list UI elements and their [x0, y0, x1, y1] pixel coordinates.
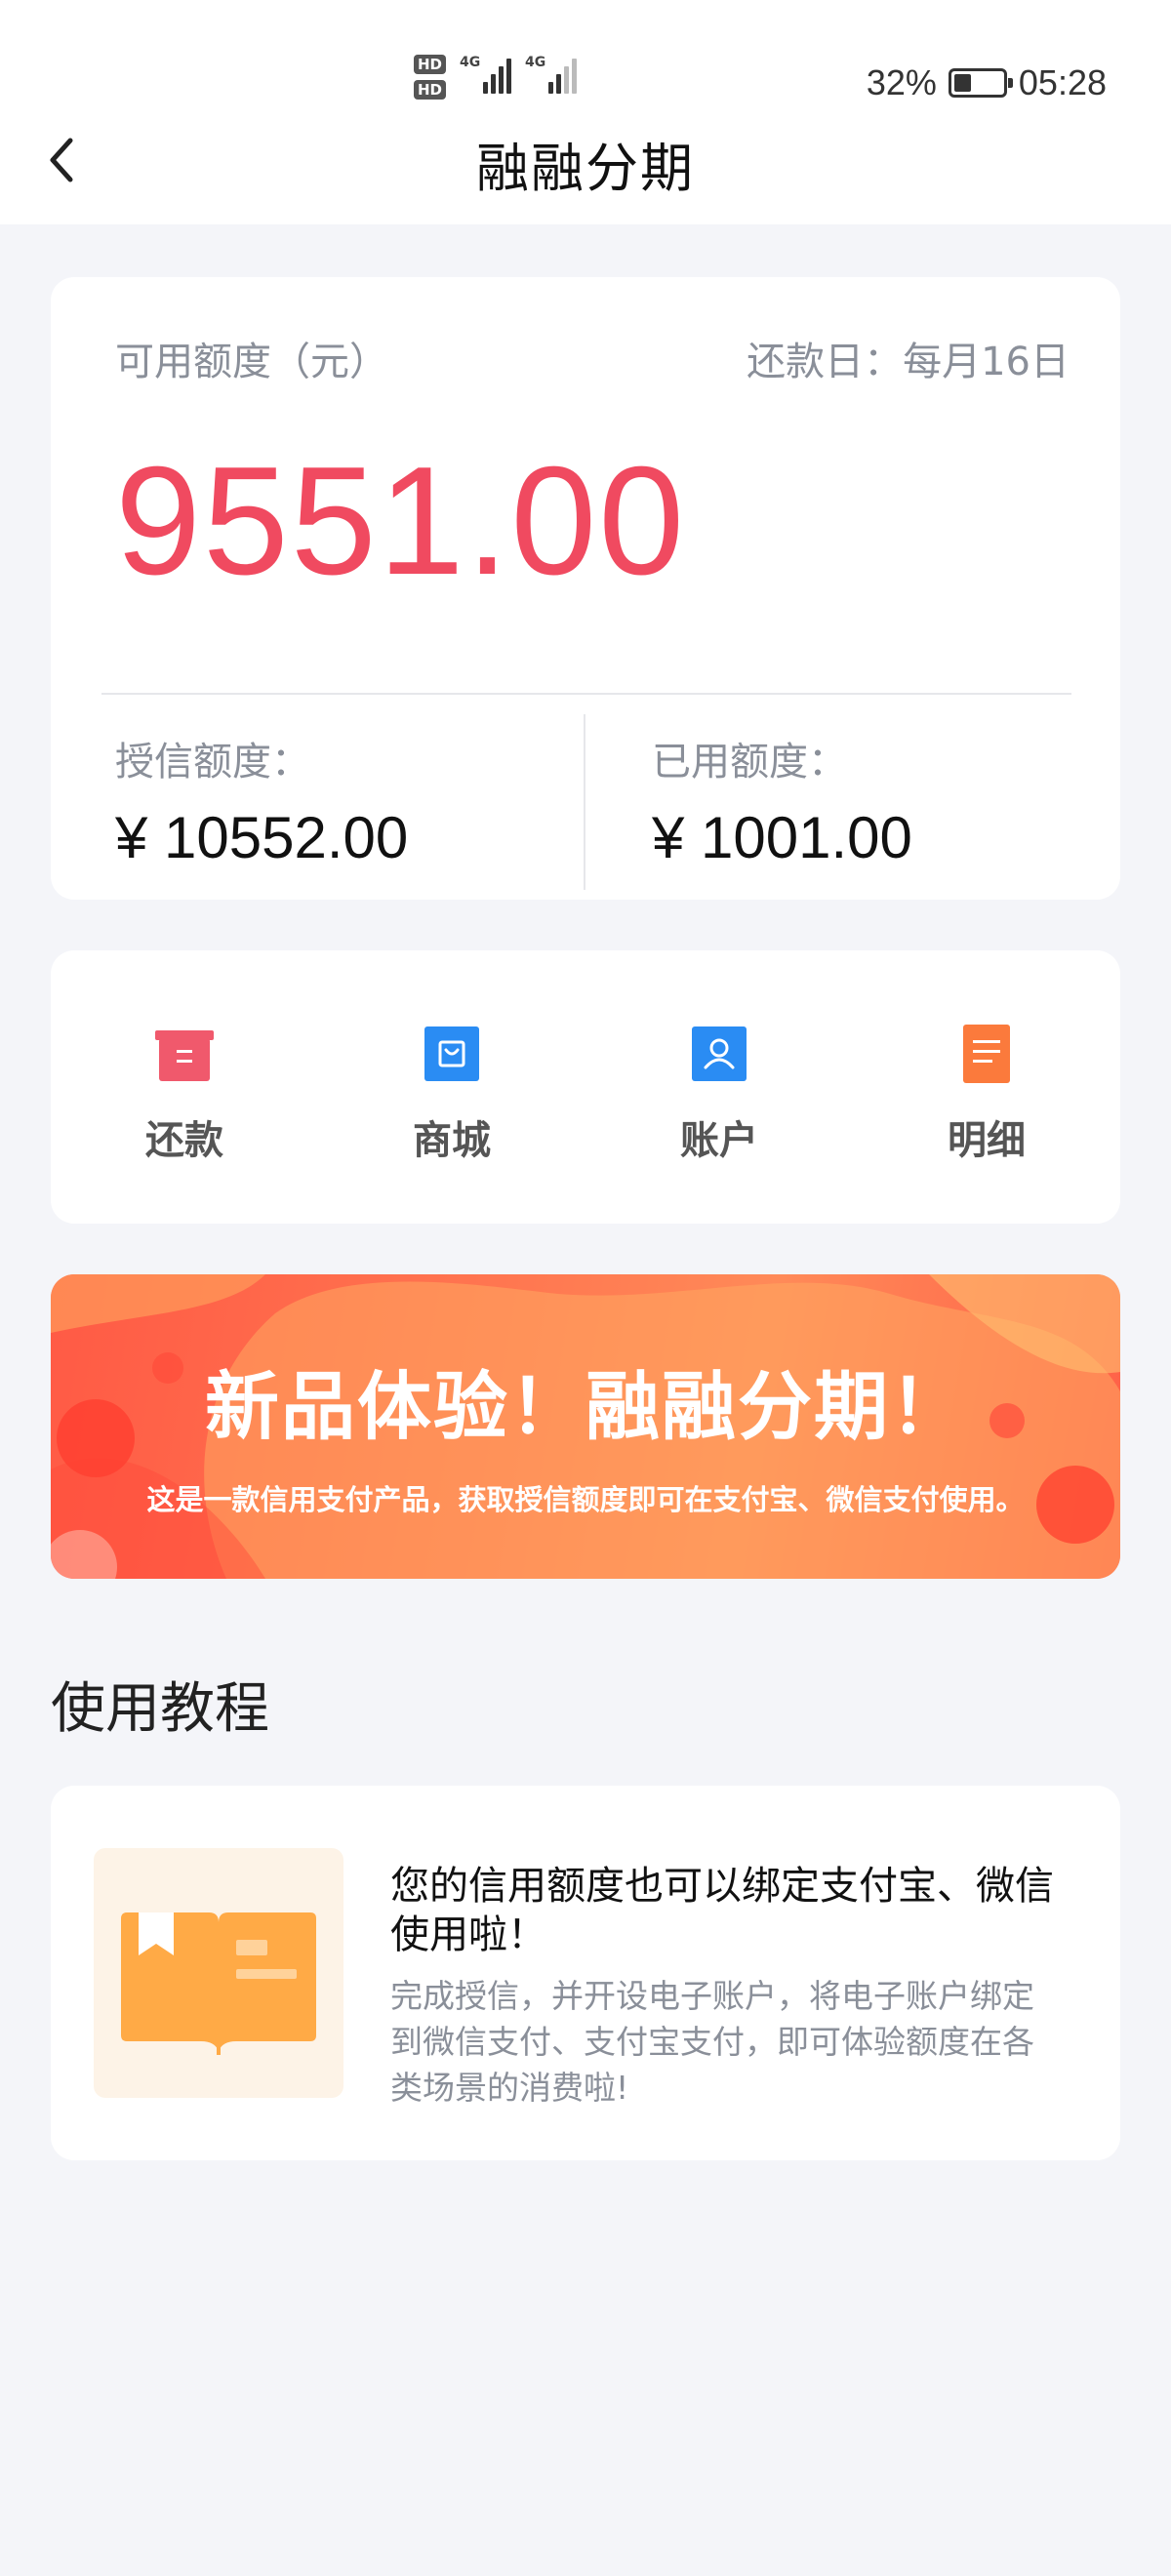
used-label: 已用额度： — [652, 740, 847, 785]
account-icon — [692, 1026, 747, 1081]
menu-item-detail[interactable]: 明细 — [853, 950, 1120, 1224]
menu-item-account[interactable]: 账户 — [586, 950, 853, 1224]
hd-badge-1: HD — [414, 55, 447, 74]
page-title: 融融分期 — [476, 138, 695, 199]
tutorial-card[interactable]: 您的信用额度也可以绑定支付宝、微信使用啦！ 完成授信，并开设电子账户，将电子账户… — [51, 1786, 1120, 2160]
battery-icon — [948, 68, 1013, 98]
top-bar: HD HD 4G 4G 32% 05:28 融融分期 — [0, 0, 1171, 224]
network-label-1: 4G — [460, 55, 481, 70]
divider-vertical — [584, 714, 586, 890]
tutorial-card-description: 完成授信，并开设电子账户，将电子账户绑定到微信支付、支付宝支付，即可体验额度在各… — [390, 1977, 1034, 2107]
signal-icon-2: 4G — [525, 55, 578, 94]
available-amount: 9551.00 — [115, 435, 687, 607]
menu-card: 还款 商城 账户 明细 — [51, 950, 1120, 1224]
book-icon — [121, 1912, 316, 2055]
credit-card: 可用额度（元） 还款日：每月16日 9551.00 授信额度： ¥ 10552.… — [51, 277, 1120, 900]
tutorial-thumbnail — [94, 1848, 343, 2098]
section-title-tutorial: 使用教程 — [51, 1677, 269, 1741]
battery-percent: 32% — [866, 62, 937, 102]
promo-banner[interactable]: 新品体验！融融分期！ 这是一款信用支付产品，获取授信额度即可在支付宝、微信支付使… — [51, 1274, 1120, 1579]
clock: 05:28 — [1018, 62, 1107, 102]
status-signals: HD HD 4G 4G — [414, 55, 578, 117]
menu-label-repay: 还款 — [145, 1118, 223, 1163]
repay-icon — [155, 1030, 214, 1081]
divider — [101, 693, 1071, 695]
status-right: 32% 05:28 — [867, 62, 1107, 103]
repay-day: 还款日：每月16日 — [747, 340, 1070, 384]
used-value: ¥ 1001.00 — [652, 805, 912, 870]
banner-title: 新品体验！融融分期！ — [205, 1363, 966, 1450]
tutorial-card-title: 您的信用额度也可以绑定支付宝、微信使用啦！ — [390, 1864, 1054, 1957]
granted-value: ¥ 10552.00 — [115, 805, 409, 870]
menu-label-detail: 明细 — [948, 1118, 1026, 1163]
menu-label-shop: 商城 — [413, 1118, 491, 1163]
hd-badge-2: HD — [414, 80, 447, 100]
banner-subtitle: 这是一款信用支付产品，获取授信额度即可在支付宝、微信支付使用。 — [146, 1483, 1025, 1516]
menu-item-shop[interactable]: 商城 — [318, 950, 586, 1224]
shop-icon — [424, 1026, 479, 1081]
network-label-2: 4G — [525, 55, 546, 70]
detail-icon — [963, 1025, 1010, 1083]
menu-item-repay[interactable]: 还款 — [51, 950, 318, 1224]
menu-label-account: 账户 — [680, 1118, 758, 1163]
signal-icon-1: 4G — [460, 55, 512, 94]
granted-label: 授信额度： — [115, 740, 310, 785]
available-label: 可用额度（元） — [115, 340, 388, 384]
